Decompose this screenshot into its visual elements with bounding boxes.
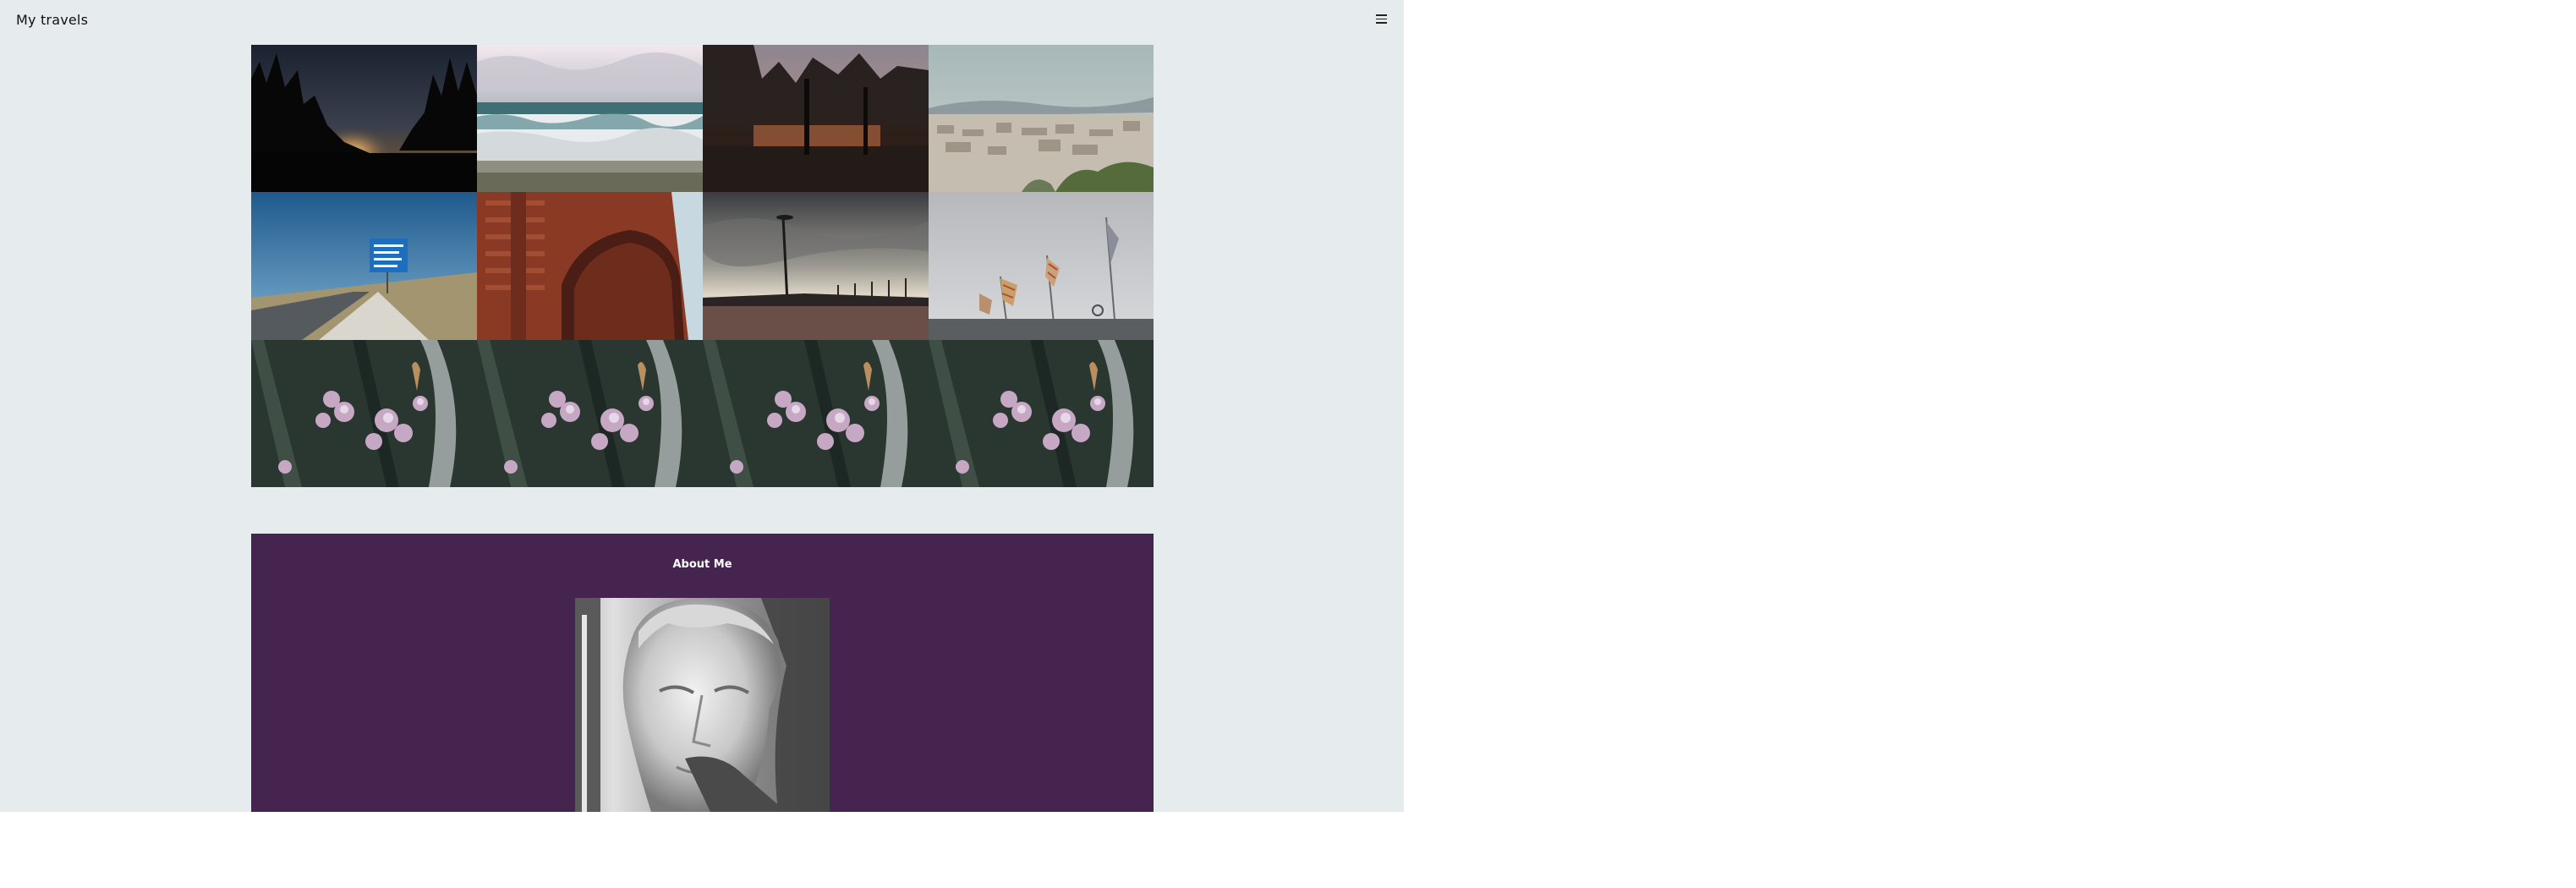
photo-gallery xyxy=(251,45,1154,487)
site-title[interactable]: My travels xyxy=(16,12,88,28)
page-viewport: My travels About Me xyxy=(0,0,1404,812)
portrait-statue-photo xyxy=(575,598,830,812)
hamburger-menu-icon[interactable] xyxy=(1376,14,1387,24)
photo-highway-road-sign[interactable] xyxy=(251,192,477,340)
photo-brick-triumphal-arch[interactable] xyxy=(477,192,703,340)
photo-sunset-forest-silhouette[interactable] xyxy=(251,45,477,192)
photo-pink-flowers-3[interactable] xyxy=(703,340,929,487)
about-heading: About Me xyxy=(672,558,732,571)
photo-flags-on-poles[interactable] xyxy=(929,192,1154,340)
photo-telecom-tower-plaza[interactable] xyxy=(703,192,929,340)
photo-pink-flowers-1[interactable] xyxy=(251,340,477,487)
photo-ocean-waves-beach[interactable] xyxy=(477,45,703,192)
photo-pink-flowers-2[interactable] xyxy=(477,340,703,487)
about-section: About Me xyxy=(251,534,1154,812)
photo-pink-flowers-4[interactable] xyxy=(929,340,1154,487)
photo-trees-at-dusk[interactable] xyxy=(703,45,929,192)
photo-city-panorama[interactable] xyxy=(929,45,1154,192)
